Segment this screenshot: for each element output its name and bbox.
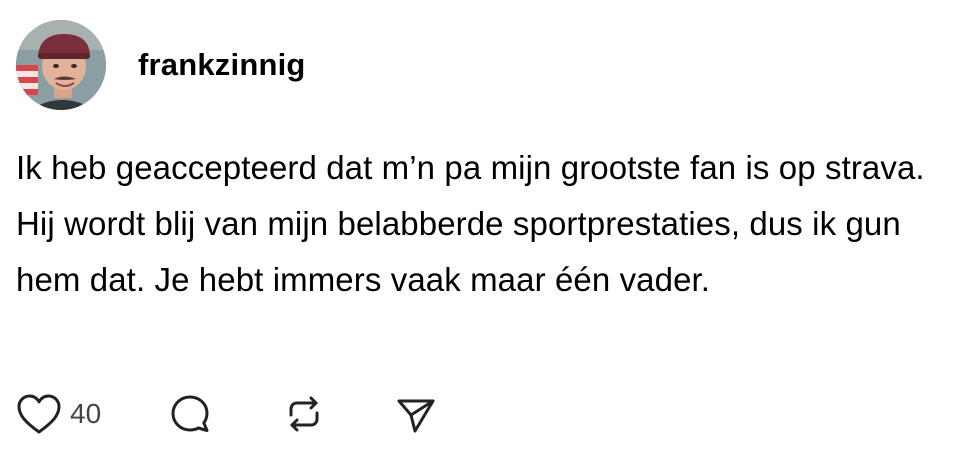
- post-text: Ik heb geaccepteerd dat m’n pa mijn groo…: [16, 149, 925, 298]
- like-button[interactable]: 40: [16, 393, 101, 435]
- heart-icon: [17, 394, 61, 434]
- post-actions: 40: [16, 390, 437, 438]
- post-header: frankzinnig: [16, 20, 306, 110]
- like-count: 40: [70, 398, 102, 429]
- comment-icon: [171, 395, 209, 432]
- repost-icon: [289, 396, 319, 432]
- post-card: frankzinnig Ik heb geaccepteerd dat m’n …: [0, 0, 972, 456]
- send-button[interactable]: [395, 393, 437, 435]
- repost-button[interactable]: [283, 393, 325, 435]
- avatar-image: [16, 20, 106, 110]
- comment-button[interactable]: [169, 393, 211, 435]
- avatar[interactable]: [16, 20, 106, 110]
- send-icon: [397, 399, 435, 433]
- username[interactable]: frankzinnig: [138, 47, 306, 83]
